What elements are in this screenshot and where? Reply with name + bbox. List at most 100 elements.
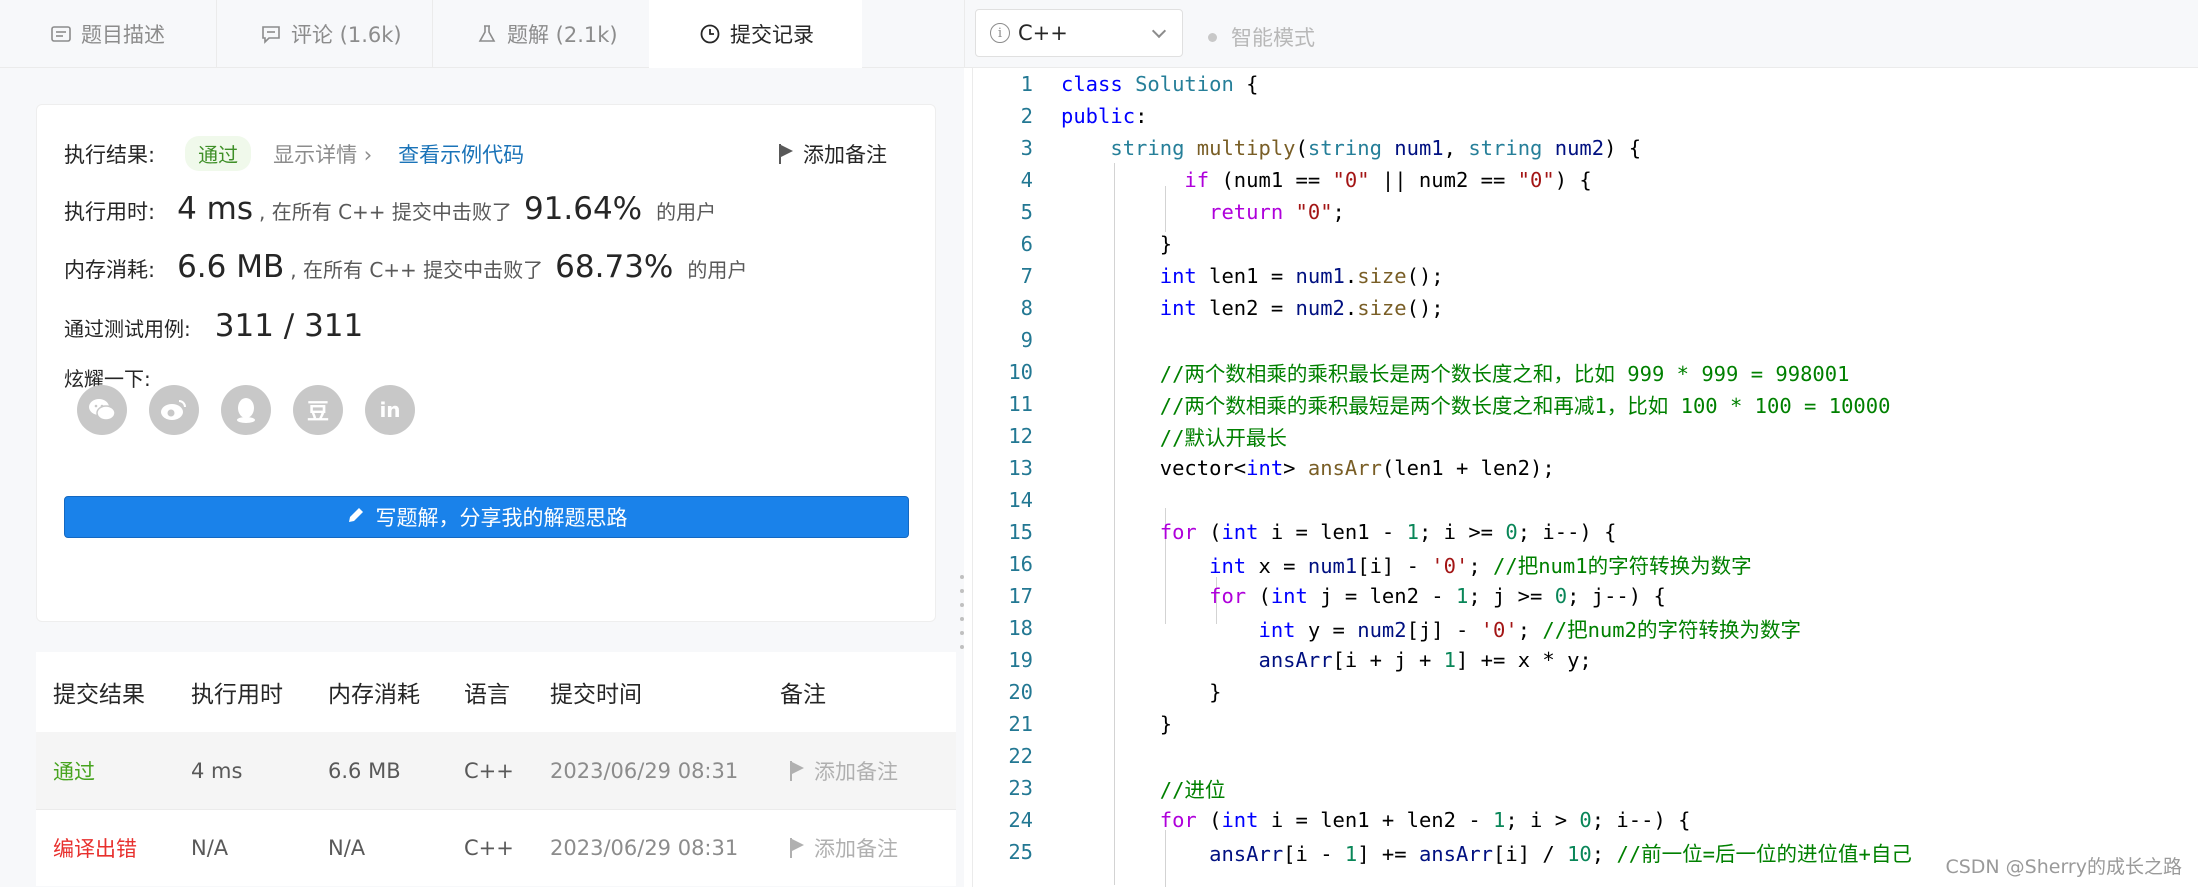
- add-note-label: 添加备注: [814, 759, 898, 784]
- code-line: 22: [1008, 744, 1033, 768]
- example-code-link[interactable]: 查看示例代码: [398, 139, 524, 169]
- submission-panel: 执行结果: 通过 显示详情 › 查看示例代码 添加备注 执行用时: 4 ms ,…: [0, 68, 964, 887]
- editor-toolbar: i C++ 智能模式: [964, 0, 2198, 68]
- submission-result-link[interactable]: 编译出错: [53, 810, 137, 886]
- code-line: 20 }: [1008, 680, 1222, 704]
- memory-cell: N/A: [328, 836, 366, 860]
- add-note-label: 添加备注: [814, 837, 898, 861]
- submission-result-link[interactable]: 通过: [53, 732, 95, 809]
- wechat-icon[interactable]: [77, 385, 127, 435]
- code-line: 2 public:: [1020, 104, 1148, 128]
- tab-description[interactable]: 题目描述: [50, 0, 165, 68]
- code-editor[interactable]: 1 class Solution { 2 public: 3 string mult…: [972, 68, 2198, 887]
- code-line: 17 for (int j = len2 - 1; j >= 0; j--) {: [1008, 584, 1666, 608]
- show-details-link[interactable]: 显示详情 ›: [273, 139, 372, 169]
- language-cell: C++: [464, 836, 514, 860]
- weibo-icon[interactable]: [149, 385, 199, 435]
- tab-comments[interactable]: 评论 (1.6k): [260, 0, 402, 68]
- clock-icon: [699, 23, 721, 45]
- memory-percent: 68.73%: [555, 249, 674, 285]
- code-line: 8 int len2 = num2.size();: [1020, 296, 1444, 320]
- code-line: 4 if (num1 == "0" || num2 == "0") {: [1020, 168, 1592, 192]
- memory-suffix: 的用户: [687, 258, 748, 282]
- code-line: 5 return "0";: [1020, 200, 1345, 224]
- qq-icon[interactable]: [221, 385, 271, 435]
- memory-cell: 6.6 MB: [328, 758, 401, 783]
- runtime-row: 执行用时: 4 ms , 在所有 C++ 提交中击败了 91.64% 的用户: [64, 191, 716, 227]
- submitted-time-cell: 2023/06/29 08:31: [550, 836, 739, 860]
- col-header: 提交时间: [550, 682, 642, 708]
- memory-beat-text: , 在所有 C++ 提交中击败了: [290, 258, 544, 282]
- runtime-suffix: 的用户: [656, 200, 717, 224]
- runtime-cell: 4 ms: [191, 758, 243, 783]
- language-select[interactable]: i C++: [975, 9, 1183, 57]
- status-badge: 通过: [185, 136, 252, 171]
- linkedin-icon[interactable]: in: [365, 385, 415, 435]
- tests-label: 通过测试用例:: [64, 317, 191, 341]
- code-line: 9: [1020, 328, 1033, 352]
- code-line: 14: [1008, 488, 1033, 512]
- code-line: 3 string multiply(string num1, string nu…: [1020, 136, 1642, 160]
- col-header: 语言: [464, 682, 510, 708]
- flag-icon: [790, 760, 804, 781]
- runtime-label: 执行用时:: [64, 200, 156, 224]
- table-row: 编译出错 N/A N/A C++ 2023/06/29 08:31 添加备注: [36, 809, 956, 886]
- runtime-value: 4 ms: [177, 191, 254, 227]
- code-line: 18 int y = num2[j] - '0'; //把num2的字符转换为数…: [1008, 616, 1801, 642]
- col-header: 提交结果: [53, 682, 145, 708]
- table-row: 通过 4 ms 6.6 MB C++ 2023/06/29 08:31 添加备注: [36, 732, 956, 809]
- code-line: 13 vector<int> ansArr(len1 + len2);: [1008, 456, 1555, 480]
- problem-tabbar: 题目描述 评论 (1.6k) 题解 (2.1k) 提交记录: [0, 0, 964, 68]
- write-solution-button[interactable]: 写题解，分享我的解题思路: [64, 496, 909, 538]
- flask-icon: [476, 23, 498, 45]
- douban-icon[interactable]: 豆: [293, 385, 343, 435]
- col-header: 执行用时: [191, 682, 283, 708]
- add-note-button[interactable]: 添加备注: [779, 139, 887, 169]
- comment-icon: [260, 23, 282, 45]
- flag-icon: [779, 144, 793, 164]
- exec-result-label: 执行结果:: [64, 142, 156, 167]
- tab-solutions[interactable]: 题解 (2.1k): [476, 0, 618, 68]
- code-line: 1 class Solution {: [1020, 72, 1259, 96]
- code-line: 10 //两个数相乘的乘积最长是两个数长度之和，比如 999 * 999 = 9…: [1008, 360, 1850, 386]
- code-line: 6 }: [1020, 232, 1173, 256]
- tests-value: 311 / 311: [214, 308, 364, 344]
- description-icon: [50, 23, 72, 45]
- code-line: 21 }: [1008, 712, 1173, 736]
- code-line: 25 ansArr[i - 1] += ansArr[i] / 10; //前一…: [1008, 840, 1912, 866]
- smart-mode-label: 智能模式: [1231, 26, 1315, 50]
- tab-label: 题解 (2.1k): [507, 23, 618, 47]
- tab-label: 提交记录: [730, 22, 814, 47]
- chevron-down-icon: [1151, 23, 1167, 39]
- add-note-button[interactable]: 添加备注: [790, 732, 898, 809]
- runtime-percent: 91.64%: [523, 191, 643, 227]
- runtime-cell: N/A: [191, 836, 229, 860]
- memory-value: 6.6 MB: [177, 249, 285, 285]
- add-note-button[interactable]: 添加备注: [790, 810, 898, 886]
- code-line: 12 //默认开最长: [1008, 424, 1287, 450]
- memory-label: 内存消耗:: [64, 258, 156, 282]
- tab-label: 评论 (1.6k): [291, 23, 402, 47]
- tab-label: 题目描述: [81, 23, 165, 47]
- smart-mode-toggle[interactable]: 智能模式: [1208, 22, 1315, 52]
- info-icon: i: [990, 23, 1010, 43]
- tab-submissions[interactable]: 提交记录: [649, 0, 862, 68]
- code-line: 19 ansArr[i + j + 1] += x * y;: [1008, 648, 1592, 672]
- pencil-icon: [346, 505, 366, 530]
- submitted-time-cell: 2023/06/29 08:31: [550, 758, 739, 783]
- exec-result-row: 执行结果: 通过 显示详情 › 查看示例代码: [64, 136, 524, 171]
- flag-icon: [790, 838, 804, 858]
- watermark: CSDN @Sherry的成长之路: [1945, 856, 2182, 878]
- panel-resize-handle[interactable]: [958, 575, 966, 665]
- submissions-table: 提交结果 执行用时 内存消耗 语言 提交时间 备注 通过 4 ms 6.6 MB…: [36, 652, 956, 886]
- code-line: 15 for (int i = len1 - 1; i >= 0; i--) {: [1008, 520, 1617, 544]
- add-note-label: 添加备注: [803, 143, 887, 167]
- code-line: 24 for (int i = len1 + len2 - 1; i > 0; …: [1008, 808, 1691, 832]
- result-card: 执行结果: 通过 显示详情 › 查看示例代码 添加备注 执行用时: 4 ms ,…: [36, 104, 936, 622]
- language-value: C++: [1018, 21, 1068, 45]
- write-solution-label: 写题解，分享我的解题思路: [375, 506, 628, 530]
- col-header: 备注: [780, 682, 826, 708]
- tests-row: 通过测试用例: 311 / 311: [64, 308, 363, 344]
- code-line: 16 int x = num1[i] - '0'; //把num1的字符转换为数…: [1008, 552, 1752, 578]
- language-cell: C++: [464, 758, 514, 783]
